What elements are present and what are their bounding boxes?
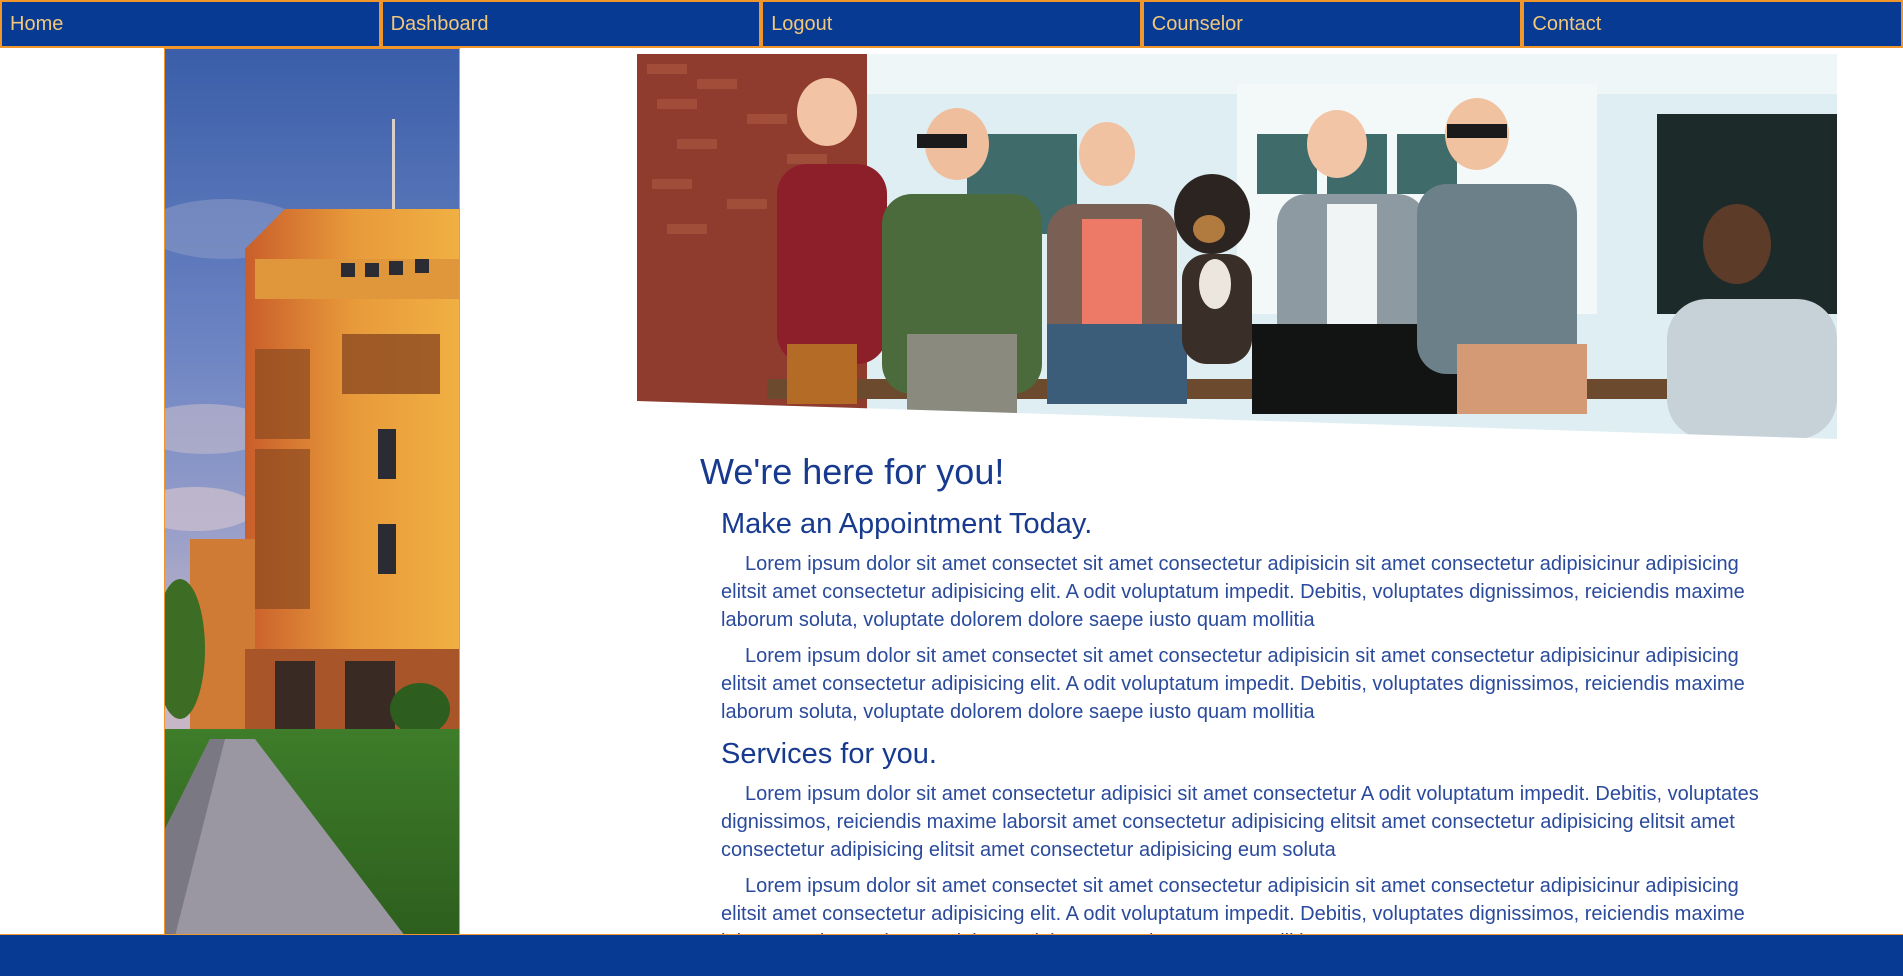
top-navigation: Home Dashboard Logout Counselor Contact xyxy=(0,0,1903,48)
nav-contact[interactable]: Contact xyxy=(1522,0,1903,48)
campus-building-icon xyxy=(165,49,459,934)
appointment-heading: Make an Appointment Today. xyxy=(721,508,1093,540)
footer xyxy=(0,934,1903,976)
students-banner-image xyxy=(637,54,1837,439)
nav-logout[interactable]: Logout xyxy=(761,0,1142,48)
campus-building-image xyxy=(164,48,460,935)
appointment-paragraph-2: Lorem ipsum dolor sit amet consectet sit… xyxy=(721,645,1745,723)
main-content: We're here for you! Make an Appointment … xyxy=(700,448,1760,964)
nav-home[interactable]: Home xyxy=(0,0,381,48)
services-paragraph-1: Lorem ipsum dolor sit amet consectetur a… xyxy=(721,783,1759,861)
page-heading: We're here for you! xyxy=(700,451,1005,492)
nav-counselor[interactable]: Counselor xyxy=(1141,0,1523,48)
students-group-icon xyxy=(637,54,1837,439)
services-heading: Services for you. xyxy=(721,738,937,770)
nav-dashboard[interactable]: Dashboard xyxy=(380,0,762,48)
appointment-paragraph-1: Lorem ipsum dolor sit amet consectet sit… xyxy=(721,553,1745,631)
